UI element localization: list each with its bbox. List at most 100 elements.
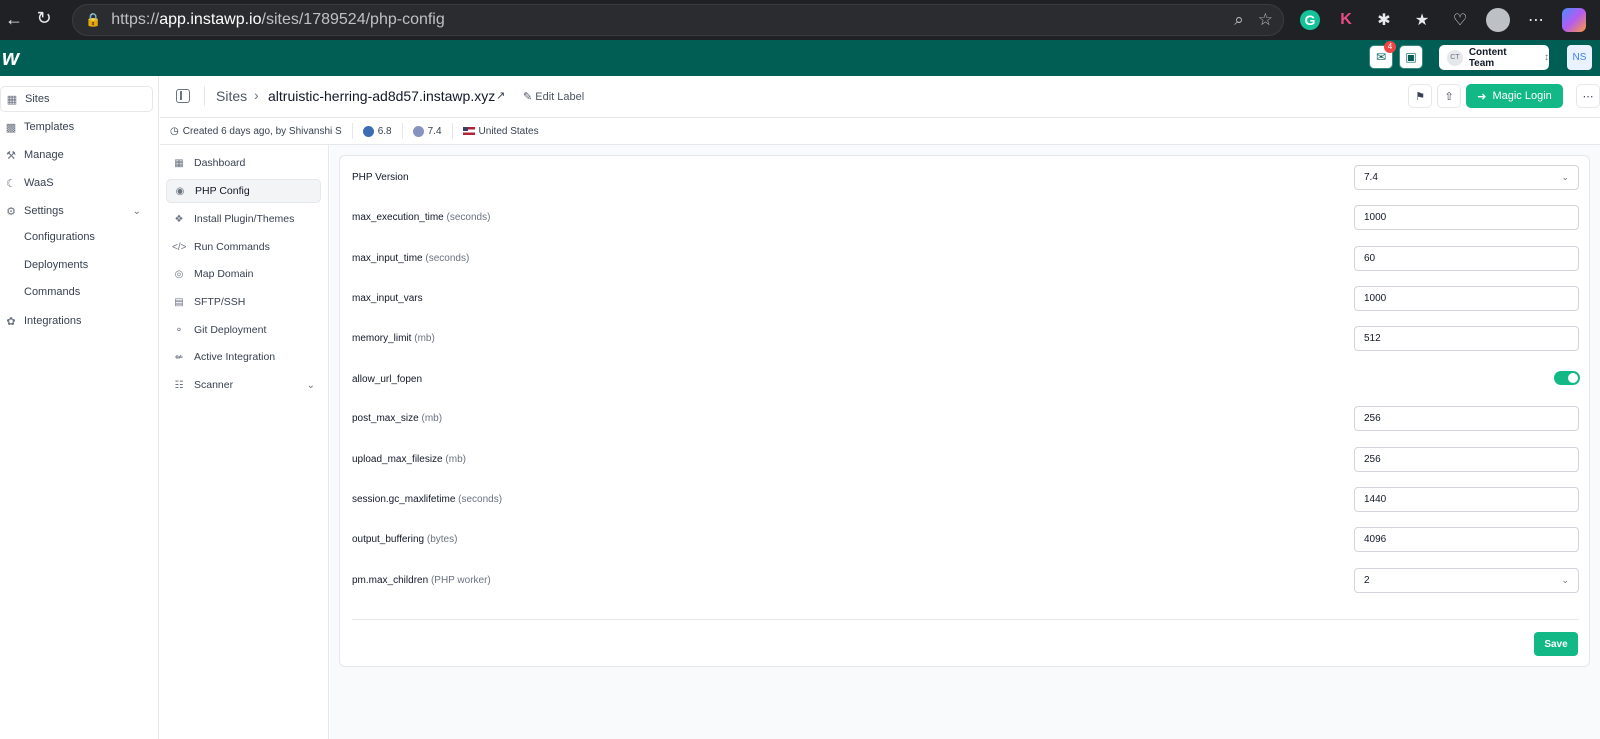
save-button[interactable]: Save (1534, 632, 1578, 656)
manage-icon: ⚒ (6, 149, 16, 162)
pm-max-children-select[interactable]: 2 ⌄ (1354, 568, 1579, 593)
max-input-time-input[interactable]: 60 (1354, 246, 1579, 271)
favorite-star-icon[interactable]: ☆ (1258, 10, 1273, 30)
subnav-item-install-plugin-themes[interactable]: ❖ Install Plugin/Themes (166, 207, 321, 231)
address-bar[interactable]: 🔒 https://app.instawp.io/sites/1789524/p… (72, 4, 1284, 36)
extensions-puzzle-icon[interactable]: ✱ (1372, 8, 1396, 32)
wp-version: 6.8 (351, 123, 402, 139)
subnav-item-run-commands[interactable]: </> Run Commands (166, 235, 321, 259)
plugin-icon: ❖ (174, 213, 184, 225)
reload-icon[interactable]: ↻ (30, 8, 58, 29)
chevron-down-icon: ⌄ (306, 379, 315, 391)
sidebar-item-waas[interactable]: ☾ WaaS (0, 170, 153, 196)
subnav-item-map-domain[interactable]: ◎ Map Domain (166, 262, 321, 286)
site-name-link[interactable]: altruistic-herring-ad8d57.instawp.xyz (268, 88, 495, 104)
templates-icon: ▩ (5, 121, 17, 134)
flag-button[interactable]: ⚑ (1408, 84, 1432, 108)
max-execution-time-input[interactable]: 1000 (1354, 205, 1579, 230)
back-arrow-icon[interactable]: ← (0, 9, 28, 30)
profile-avatar-icon[interactable] (1486, 8, 1510, 32)
subnav-item-dashboard[interactable]: ▦ Dashboard (166, 151, 321, 175)
php-version-label: PHP Version (352, 172, 409, 183)
team-switcher[interactable]: CT Content Team ↕ (1439, 45, 1549, 70)
copilot-icon[interactable] (1562, 8, 1586, 32)
memory-limit-input[interactable]: 512 (1354, 326, 1579, 351)
site-topbar: Sites › altruistic-herring-ad8d57.instaw… (160, 76, 1600, 118)
grammarly-extension-icon[interactable]: G (1300, 10, 1320, 30)
upload-max-filesize-input[interactable]: 256 (1354, 447, 1579, 472)
sidebar-item-settings[interactable]: ⚙ Settings ⌄ (0, 198, 153, 224)
us-flag-icon (462, 127, 475, 135)
more-dots-icon: ⋯ (1582, 90, 1594, 103)
allow-url-fopen-toggle[interactable] (1554, 371, 1580, 385)
php-version-select[interactable]: 7.4 ⌄ (1354, 165, 1579, 190)
php-config-card: PHP Version 7.4 ⌄ max_execution_time (sec… (339, 155, 1590, 667)
k-extension-icon[interactable]: K (1334, 8, 1358, 32)
session-gc-maxlifetime-label: session.gc_maxlifetime (seconds) (352, 494, 503, 505)
store-icon: ▣ (1405, 50, 1417, 64)
created-info: ◷ Created 6 days ago, by Shivanshi S (170, 125, 342, 137)
browser-essentials-heart-icon[interactable]: ♡ (1448, 8, 1472, 32)
max-input-vars-input[interactable]: 1000 (1354, 286, 1579, 311)
pm-max-children-label: pm.max_children (PHP worker) (352, 575, 491, 586)
sidebar-toggle-icon[interactable] (176, 89, 190, 103)
team-avatar: CT (1447, 49, 1463, 66)
globe-icon: ◎ (174, 268, 184, 280)
code-icon: </> (172, 241, 187, 253)
sidebar-item-integrations[interactable]: ✿ Integrations (0, 308, 153, 334)
integration-icon: ⇍ (174, 351, 184, 363)
clock-icon: ◷ (170, 125, 179, 137)
more-menu-icon[interactable]: ⋯ (1524, 8, 1548, 32)
integrations-icon: ✿ (6, 315, 16, 328)
max-execution-time-label: max_execution_time (seconds) (352, 212, 491, 223)
memory-limit-label: memory_limit (mb) (352, 333, 435, 344)
sidebar-item-deployments[interactable]: Deployments (24, 259, 88, 271)
divider (352, 619, 1579, 620)
launch-button[interactable]: ⇧ (1437, 84, 1461, 108)
sites-icon: ▦ (6, 93, 18, 106)
sidebar-item-templates[interactable]: ▩ Templates (0, 114, 153, 140)
divider (204, 86, 205, 106)
subnav-item-git-deployment[interactable]: ⚬ Git Deployment (166, 318, 321, 342)
output-buffering-input[interactable]: 4096 (1354, 527, 1579, 552)
user-avatar[interactable]: NS (1567, 45, 1592, 70)
sidebar-item-commands[interactable]: Commands (24, 286, 80, 298)
waas-icon: ☾ (6, 177, 16, 190)
more-options-button[interactable]: ⋯ (1576, 84, 1600, 108)
php-icon (412, 125, 424, 137)
post-max-size-label: post_max_size (mb) (352, 413, 443, 424)
lock-icon: 🔒 (85, 12, 102, 27)
sidebar-item-sites[interactable]: ▦ Sites (0, 86, 153, 112)
rocket-icon: ⇧ (1444, 90, 1454, 103)
subnav-item-php-config[interactable]: ◉ PHP Config (166, 179, 321, 203)
external-link-icon[interactable]: ↗ (496, 89, 505, 102)
breadcrumb-sites[interactable]: Sites (216, 88, 247, 104)
edit-label-button[interactable]: ✎ Edit Label (523, 90, 584, 103)
zoom-icon[interactable]: ⌕ (1234, 10, 1244, 30)
announcements-button[interactable]: ✉ 4 (1369, 41, 1396, 69)
chevron-down-icon: ⌄ (132, 205, 141, 217)
subnav-item-scanner[interactable]: ☷ Scanner ⌄ (166, 373, 321, 397)
magic-login-button[interactable]: ➜ Magic Login (1466, 84, 1563, 108)
chevron-down-icon: ⌄ (1561, 575, 1569, 585)
flag-icon: ⚑ (1415, 90, 1425, 103)
max-input-time-label: max_input_time (seconds) (352, 253, 470, 264)
git-icon: ⚬ (174, 324, 184, 336)
url-text: https://app.instawp.io/sites/1789524/php… (111, 11, 445, 28)
favorites-list-icon[interactable]: ★ (1410, 8, 1434, 32)
subnav-item-sftp-ssh[interactable]: ▤ SFTP/SSH (166, 290, 321, 314)
php-version: 7.4 (401, 123, 452, 139)
edit-icon: ✎ (523, 91, 533, 103)
upload-max-filesize-label: upload_max_filesize (mb) (352, 454, 466, 465)
session-gc-maxlifetime-input[interactable]: 1440 (1354, 487, 1579, 512)
chevron-right-icon: › (254, 87, 259, 103)
site-region: United States (451, 123, 549, 139)
site-meta-row: ◷ Created 6 days ago, by Shivanshi S 6.8… (160, 118, 1600, 145)
app-header: w ✉ 4 ▣ CT Content Team ↕ NS (0, 40, 1600, 76)
post-max-size-input[interactable]: 256 (1354, 406, 1579, 431)
sidebar-item-configurations[interactable]: Configurations (24, 231, 95, 243)
subnav-item-active-integration[interactable]: ⇍ Active Integration (166, 345, 321, 369)
store-button[interactable]: ▣ (1399, 45, 1423, 69)
sidebar-item-manage[interactable]: ⚒ Manage (0, 142, 153, 168)
instawp-logo[interactable]: w (2, 45, 19, 71)
